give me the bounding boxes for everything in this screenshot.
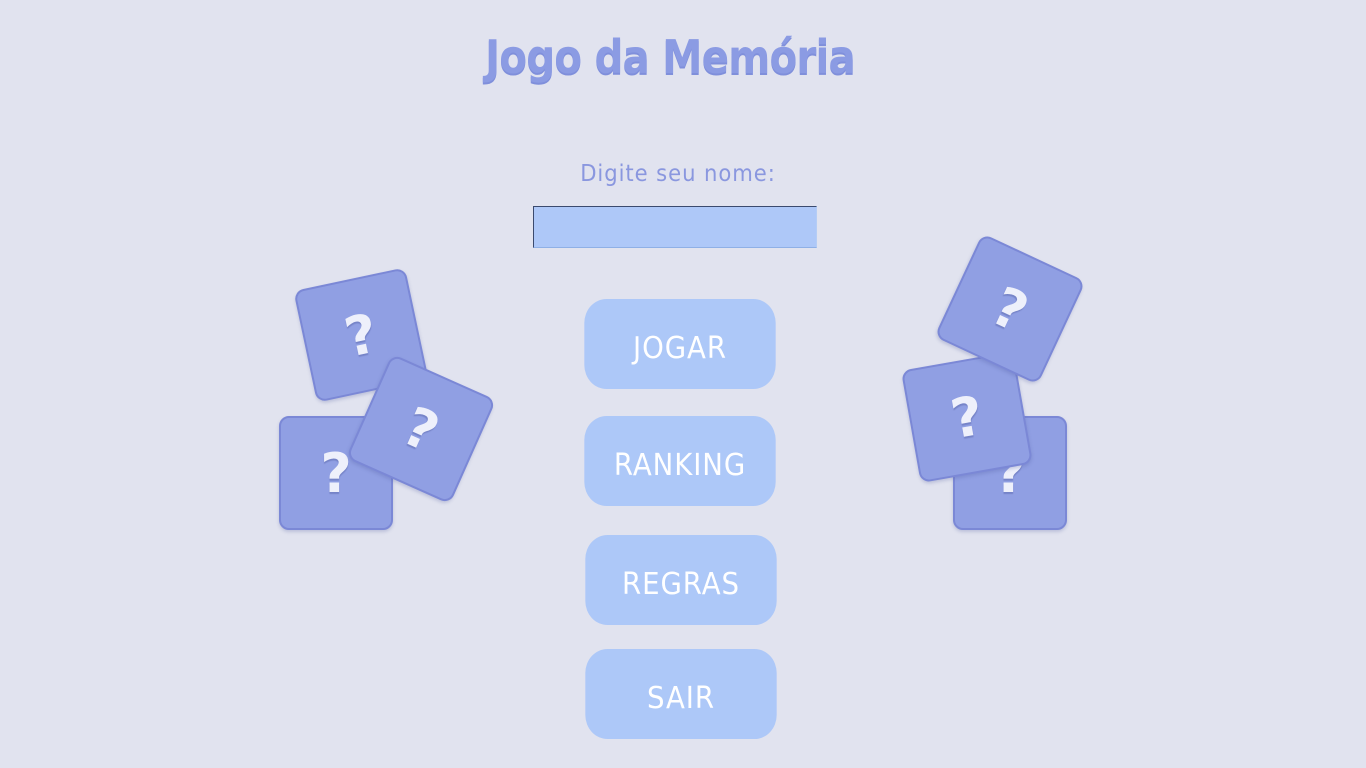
play-button[interactable]: JOGAR	[584, 299, 776, 389]
question-mark-icon: ?	[393, 393, 449, 465]
name-label: Digite seu nome:	[580, 161, 776, 187]
question-mark-icon: ?	[339, 300, 383, 370]
main-menu-screen: Jogo da Memória Digite seu nome: JOGAR R…	[0, 0, 1366, 768]
ranking-button-label: RANKING	[613, 447, 747, 483]
ranking-button[interactable]: RANKING	[584, 416, 776, 506]
name-input[interactable]	[533, 206, 817, 248]
exit-button[interactable]: SAIR	[585, 649, 777, 739]
question-mark-icon: ?	[946, 383, 988, 451]
rules-button[interactable]: REGRAS	[585, 535, 777, 625]
question-mark-icon: ?	[320, 441, 352, 505]
exit-button-label: SAIR	[647, 680, 715, 716]
game-title: Jogo da Memória	[485, 30, 856, 84]
rules-button-label: REGRAS	[622, 566, 740, 602]
play-button-label: JOGAR	[633, 330, 727, 366]
question-mark-icon: ?	[982, 273, 1038, 345]
